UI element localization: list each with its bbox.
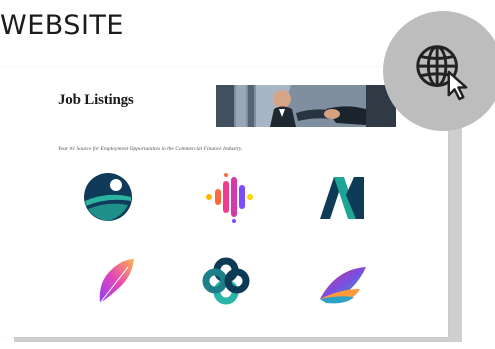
knot-logo (200, 255, 252, 307)
circle-wave-logo (82, 171, 134, 223)
dotted-bars-logo (203, 171, 255, 223)
globe-cursor-icon (416, 45, 468, 101)
handshake-hero-image (216, 85, 396, 127)
page-heading: WEBSITE (0, 10, 124, 41)
m-shape-logo (316, 171, 368, 223)
site-title: Job Listings (58, 92, 134, 108)
site-tagline: Your #1 Source for Employment Opportunit… (58, 146, 243, 152)
feather-logo (90, 255, 142, 307)
globe-badge[interactable] (383, 11, 495, 131)
wing-logo (316, 259, 368, 311)
website-preview: Job Listings Your #1 Source for Employme… (0, 67, 448, 337)
